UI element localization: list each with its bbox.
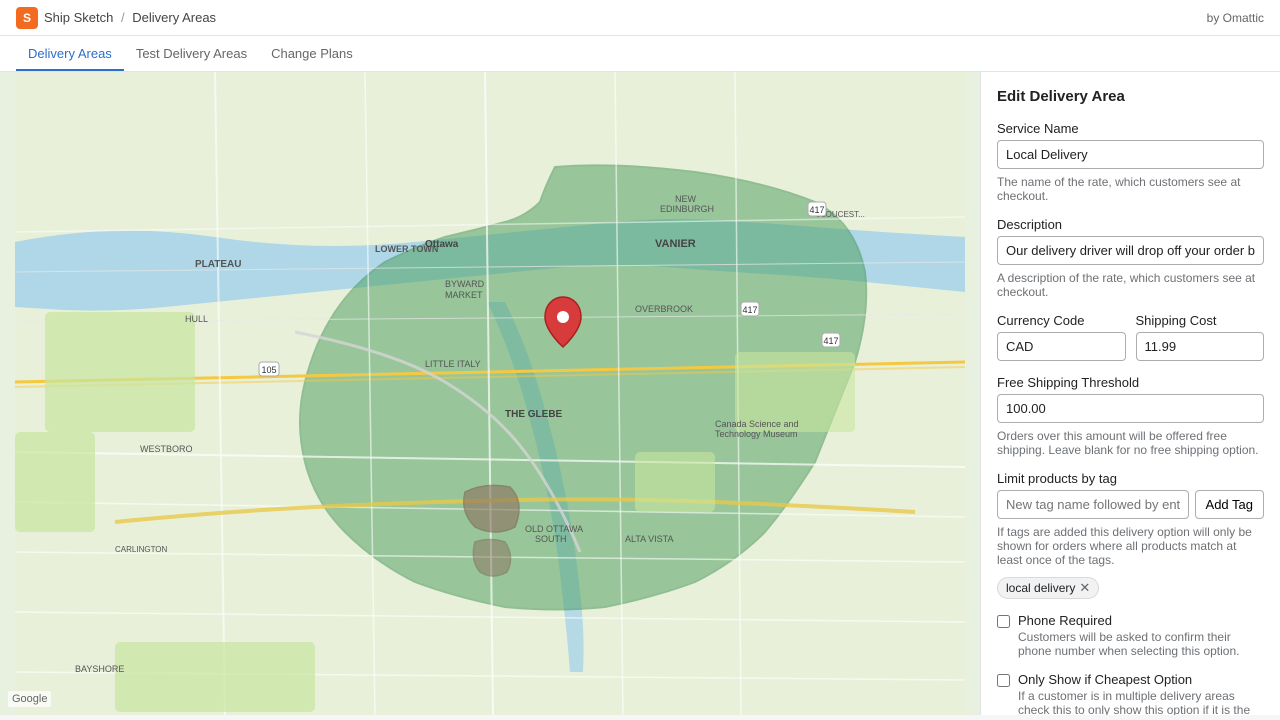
svg-text:105: 105	[261, 365, 276, 375]
svg-text:Technology Museum: Technology Museum	[715, 429, 798, 439]
breadcrumb-sep: /	[121, 10, 125, 25]
cheapest-option-checkbox[interactable]	[997, 674, 1010, 687]
brand-link[interactable]: Ship Sketch	[44, 10, 113, 25]
svg-text:417: 417	[809, 205, 824, 215]
svg-text:NEW: NEW	[675, 194, 697, 204]
svg-text:Canada Science and: Canada Science and	[715, 419, 799, 429]
tab-delivery-areas[interactable]: Delivery Areas	[16, 36, 124, 71]
phone-required-hint: Customers will be asked to confirm their…	[1018, 630, 1264, 658]
svg-text:OVERBROOK: OVERBROOK	[635, 304, 693, 314]
cheapest-option-label-group: Only Show if Cheapest Option If a custom…	[1018, 672, 1264, 715]
shipping-cost-input[interactable]	[1136, 332, 1265, 361]
tags-group: Limit products by tag Add Tag If tags ar…	[997, 471, 1264, 599]
shipping-cost-label: Shipping Cost	[1136, 313, 1265, 328]
svg-text:CENTREPOINTE: CENTREPOINTE	[145, 714, 216, 715]
svg-text:417: 417	[742, 305, 757, 315]
map-svg: PLATEAU HULL LOWER TOWN BYWARD MARKET VA…	[0, 72, 980, 715]
service-name-label: Service Name	[997, 121, 1264, 136]
topbar: S Ship Sketch / Delivery Areas by Omatti…	[0, 0, 1280, 36]
svg-text:THE GLEBE: THE GLEBE	[505, 409, 563, 420]
google-logo: Google	[8, 691, 51, 707]
svg-text:BAYSHORE: BAYSHORE	[75, 664, 124, 674]
svg-text:417: 417	[823, 336, 838, 346]
edit-panel: Edit Delivery Area Service Name The name…	[980, 72, 1280, 715]
nav-tabs: Delivery Areas Test Delivery Areas Chang…	[0, 36, 1280, 72]
free-shipping-label: Free Shipping Threshold	[997, 375, 1264, 390]
svg-text:HULL: HULL	[185, 314, 208, 324]
cheapest-option-hint: If a customer is in multiple delivery ar…	[1018, 689, 1264, 715]
svg-text:Ottawa: Ottawa	[425, 239, 459, 250]
description-hint: A description of the rate, which custome…	[997, 271, 1264, 299]
currency-code-label: Currency Code	[997, 313, 1126, 328]
free-shipping-hint: Orders over this amount will be offered …	[997, 429, 1264, 457]
svg-text:SOUTH: SOUTH	[535, 534, 567, 544]
svg-text:WESTBORO: WESTBORO	[140, 444, 193, 454]
currency-code-group: Currency Code	[997, 313, 1126, 361]
cheapest-option-row: Only Show if Cheapest Option If a custom…	[997, 672, 1264, 715]
tag-chip-label: local delivery	[1006, 581, 1075, 595]
add-tag-button[interactable]: Add Tag	[1195, 490, 1264, 519]
service-name-input[interactable]	[997, 140, 1264, 169]
topbar-left: S Ship Sketch / Delivery Areas	[16, 7, 216, 29]
svg-text:LITTLE ITALY: LITTLE ITALY	[425, 359, 481, 369]
cheapest-option-label: Only Show if Cheapest Option	[1018, 672, 1264, 687]
tag-chip-local-delivery: local delivery ✕	[997, 577, 1099, 599]
topbar-right: by Omattic	[1207, 11, 1264, 25]
service-name-group: Service Name The name of the rate, which…	[997, 121, 1264, 203]
svg-text:VANIER: VANIER	[655, 238, 696, 250]
map-background: PLATEAU HULL LOWER TOWN BYWARD MARKET VA…	[0, 72, 980, 715]
tag-chip-remove[interactable]: ✕	[1079, 580, 1090, 596]
page-title: Delivery Areas	[132, 10, 216, 25]
tab-change-plans[interactable]: Change Plans	[259, 36, 365, 71]
description-group: Description A description of the rate, w…	[997, 217, 1264, 299]
main-content: PLATEAU HULL LOWER TOWN BYWARD MARKET VA…	[0, 72, 1280, 715]
cost-row: Currency Code Shipping Cost	[997, 313, 1264, 361]
phone-required-label: Phone Required	[1018, 613, 1264, 628]
tab-test-delivery-areas[interactable]: Test Delivery Areas	[124, 36, 259, 71]
limit-products-label: Limit products by tag	[997, 471, 1264, 486]
svg-text:EDINBURGH: EDINBURGH	[660, 204, 714, 214]
phone-required-label-group: Phone Required Customers will be asked t…	[1018, 613, 1264, 658]
svg-text:MARKET: MARKET	[445, 290, 483, 300]
free-shipping-input[interactable]	[997, 394, 1264, 423]
tags-area: local delivery ✕	[997, 577, 1264, 599]
phone-required-row: Phone Required Customers will be asked t…	[997, 613, 1264, 658]
tag-hint: If tags are added this delivery option w…	[997, 525, 1264, 567]
phone-required-checkbox[interactable]	[997, 615, 1010, 628]
free-shipping-group: Free Shipping Threshold Orders over this…	[997, 375, 1264, 457]
tag-input-row: Add Tag	[997, 490, 1264, 519]
map-container[interactable]: PLATEAU HULL LOWER TOWN BYWARD MARKET VA…	[0, 72, 980, 715]
topbar-breadcrumb: Ship Sketch / Delivery Areas	[44, 10, 216, 25]
svg-text:OLD OTTAWA: OLD OTTAWA	[525, 524, 583, 534]
svg-text:ALTA VISTA: ALTA VISTA	[625, 534, 674, 544]
description-input[interactable]	[997, 236, 1264, 265]
tag-input[interactable]	[997, 490, 1189, 519]
service-name-hint: The name of the rate, which customers se…	[997, 175, 1264, 203]
svg-text:PLATEAU: PLATEAU	[195, 259, 241, 270]
description-label: Description	[997, 217, 1264, 232]
app-logo: S	[16, 7, 38, 29]
shipping-cost-group: Shipping Cost	[1136, 313, 1265, 361]
currency-code-input[interactable]	[997, 332, 1126, 361]
svg-text:BYWARD: BYWARD	[445, 279, 485, 289]
panel-title: Edit Delivery Area	[997, 88, 1264, 105]
svg-text:CARLINGTON: CARLINGTON	[115, 545, 168, 554]
